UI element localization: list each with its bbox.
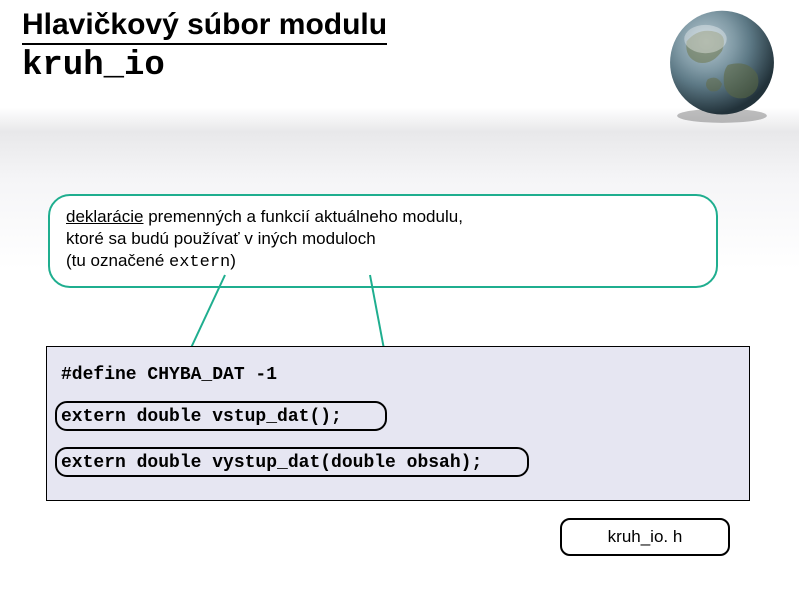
callout-underlined-word: deklarácie — [66, 207, 144, 226]
declarations-callout: deklarácie premenných a funkcií aktuálne… — [48, 194, 718, 288]
globe-icon — [663, 6, 781, 124]
filename-text: kruh_io. h — [608, 527, 683, 547]
code-box: #define CHYBA_DAT -1 extern double vstup… — [46, 346, 750, 501]
title-line1: Hlavičkový súbor modulu — [22, 8, 387, 45]
code-line-define: #define CHYBA_DAT -1 — [61, 365, 277, 385]
callout-line2: ktoré sa budú používať v iných moduloch — [66, 229, 376, 248]
callout-rest1: premenných a funkcií aktuálneho modulu, — [144, 207, 463, 226]
callout-keyword: extern — [169, 253, 230, 272]
code-line-extern1: extern double vstup_dat(); — [61, 407, 342, 427]
code-line-extern2: extern double vystup_dat(double obsah); — [61, 453, 482, 473]
filename-label: kruh_io. h — [560, 518, 730, 556]
title-line2: kruh_io — [22, 47, 387, 85]
callout-line3a: (tu označené — [66, 251, 169, 270]
callout-line3b: ) — [230, 251, 236, 270]
slide-title: Hlavičkový súbor modulu kruh_io — [22, 8, 387, 85]
